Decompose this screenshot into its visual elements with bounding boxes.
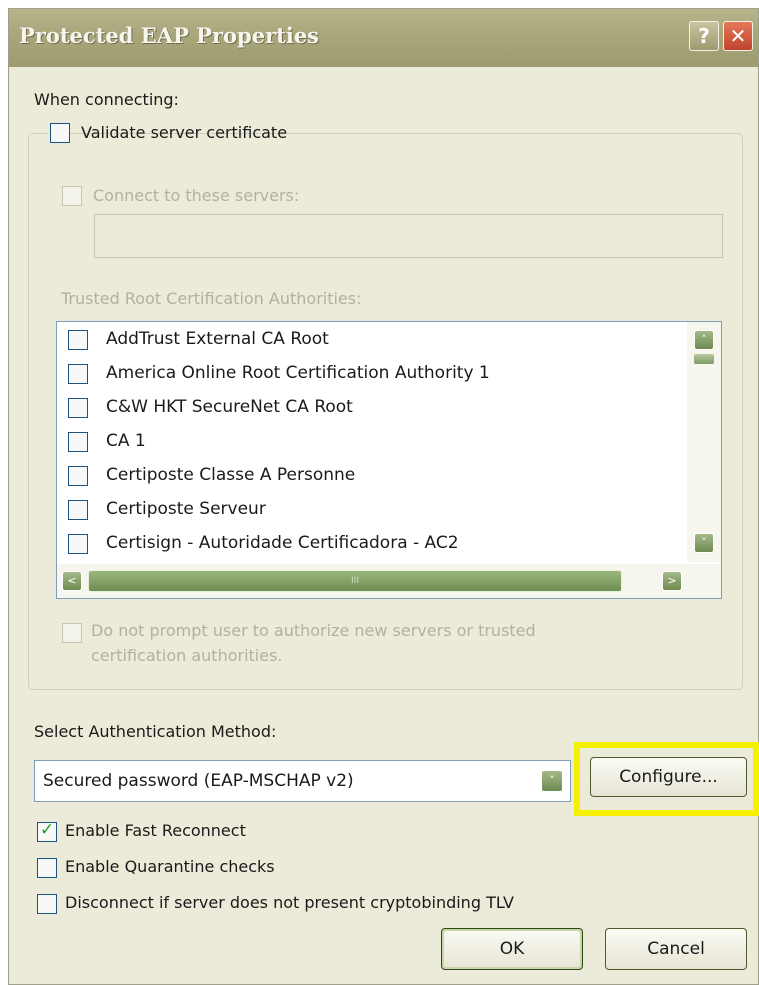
authority-name: CA 1: [106, 431, 146, 451]
list-item[interactable]: CA 1: [57, 426, 682, 460]
authority-checkbox[interactable]: [68, 500, 88, 520]
cancel-button[interactable]: Cancel: [605, 928, 747, 970]
fast-reconnect-checkbox[interactable]: ✓: [37, 820, 57, 842]
auth-method-value: Secured password (EAP-MSCHAP v2): [43, 771, 354, 791]
validate-cert-option[interactable]: Validate server certificate: [48, 120, 287, 148]
authority-checkbox[interactable]: [68, 330, 88, 350]
no-prompt-checkbox: [62, 623, 82, 643]
scroll-down-icon[interactable]: ˅: [694, 533, 714, 553]
window-title: Protected EAP Properties: [19, 23, 319, 48]
chevron-down-icon[interactable]: ˅: [541, 770, 563, 792]
ok-button[interactable]: OK: [441, 928, 583, 970]
list-item[interactable]: C&W HKT SecureNet CA Root: [57, 392, 682, 426]
quarantine-checkbox[interactable]: [37, 858, 57, 878]
trusted-authorities-label: Trusted Root Certification Authorities:: [61, 289, 362, 308]
help-button[interactable]: ?: [689, 21, 719, 51]
authority-checkbox[interactable]: [68, 466, 88, 486]
list-item[interactable]: Certisign - Autoridade Certificadora - A…: [57, 528, 682, 562]
check-mark-icon: ✓: [39, 820, 55, 840]
authority-name: Certiposte Serveur: [106, 499, 266, 519]
cryptobinding-checkbox[interactable]: [37, 894, 57, 914]
list-item[interactable]: Certiposte Classe A Personne: [57, 460, 682, 494]
list-item[interactable]: Certiposte Serveur: [57, 494, 682, 528]
authority-checkbox[interactable]: [68, 364, 88, 384]
list-item[interactable]: AddTrust External CA Root: [57, 324, 682, 358]
authorities-list[interactable]: AddTrust External CA Root America Online…: [56, 321, 722, 599]
scroll-right-icon[interactable]: >: [662, 571, 682, 591]
horizontal-scroll-thumb[interactable]: III: [88, 570, 622, 592]
no-prompt-label-line1: Do not prompt user to authorize new serv…: [91, 621, 536, 640]
connect-servers-checkbox: [62, 186, 82, 206]
vertical-scrollbar[interactable]: ˄ ˅: [687, 322, 721, 562]
horizontal-scrollbar[interactable]: < III >: [57, 564, 721, 598]
no-prompt-label-line2: certification authorities.: [91, 646, 283, 665]
authority-name: Certiposte Classe A Personne: [106, 465, 356, 485]
scroll-left-icon[interactable]: <: [62, 571, 82, 591]
authority-name: America Online Root Certification Author…: [106, 363, 490, 383]
connect-servers-label: Connect to these servers:: [93, 186, 300, 205]
fast-reconnect-label: Enable Fast Reconnect: [65, 821, 246, 840]
authority-checkbox[interactable]: [68, 534, 88, 554]
vertical-scroll-thumb[interactable]: [694, 354, 714, 364]
validate-cert-label: Validate server certificate: [81, 123, 288, 142]
close-icon[interactable]: ✕: [723, 21, 753, 51]
when-connecting-label: When connecting:: [34, 90, 179, 109]
title-bar[interactable]: Protected EAP Properties ? ✕: [9, 9, 758, 67]
auth-method-select[interactable]: Secured password (EAP-MSCHAP v2) ˅: [34, 760, 571, 802]
quarantine-label: Enable Quarantine checks: [65, 857, 275, 876]
validate-cert-checkbox[interactable]: [50, 123, 70, 143]
authority-name: Certisign - Autoridade Certificadora - A…: [106, 533, 459, 553]
auth-method-label: Select Authentication Method:: [34, 722, 277, 741]
authority-name: C&W HKT SecureNet CA Root: [106, 397, 353, 417]
servers-input: [94, 214, 723, 258]
authority-checkbox[interactable]: [68, 432, 88, 452]
configure-button[interactable]: Configure...: [590, 757, 747, 797]
authority-checkbox[interactable]: [68, 398, 88, 418]
scroll-up-icon[interactable]: ˄: [694, 330, 714, 350]
list-item[interactable]: America Online Root Certification Author…: [57, 358, 682, 392]
cryptobinding-label: Disconnect if server does not present cr…: [65, 893, 514, 912]
authority-name: AddTrust External CA Root: [106, 329, 329, 349]
